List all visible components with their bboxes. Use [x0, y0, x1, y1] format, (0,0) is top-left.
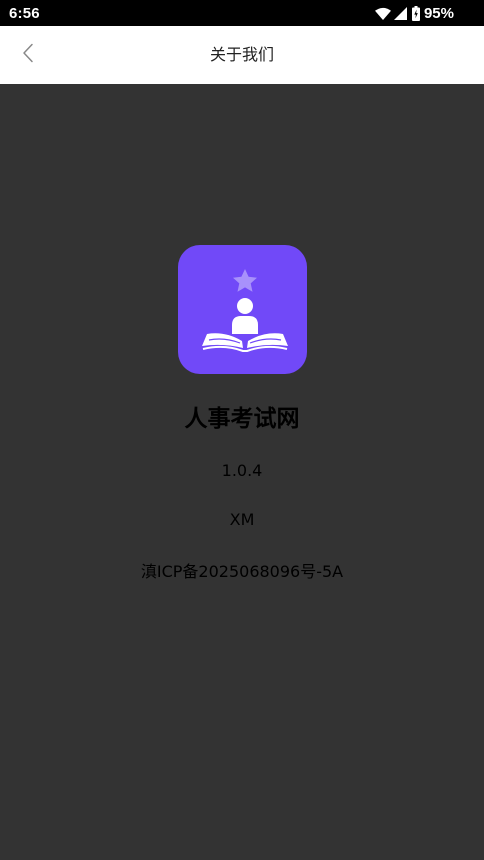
wifi-icon — [374, 7, 391, 20]
status-time: 6:56 — [9, 5, 40, 22]
status-bar: 6:56 95% — [0, 0, 484, 26]
about-content: 人事考试网 1.0.4 XM 滇ICP备2025068096号-5A — [0, 84, 484, 860]
icp-number[interactable]: 滇ICP备2025068096号-5A — [0, 558, 484, 582]
page-title: 关于我们 — [209, 45, 274, 64]
app-version: 1.0.4 — [221, 461, 263, 480]
company-name: XM — [229, 510, 255, 529]
app-logo-icon — [178, 245, 307, 374]
status-icons: 95% — [374, 4, 454, 22]
header-bar: 关于我们 — [0, 26, 484, 84]
chevron-left-icon — [22, 43, 34, 67]
back-button[interactable] — [8, 35, 48, 75]
app-name: 人事考试网 — [184, 406, 300, 432]
battery-icon — [411, 5, 420, 21]
battery-percent: 95% — [423, 4, 454, 22]
cell-signal-icon — [393, 6, 407, 20]
